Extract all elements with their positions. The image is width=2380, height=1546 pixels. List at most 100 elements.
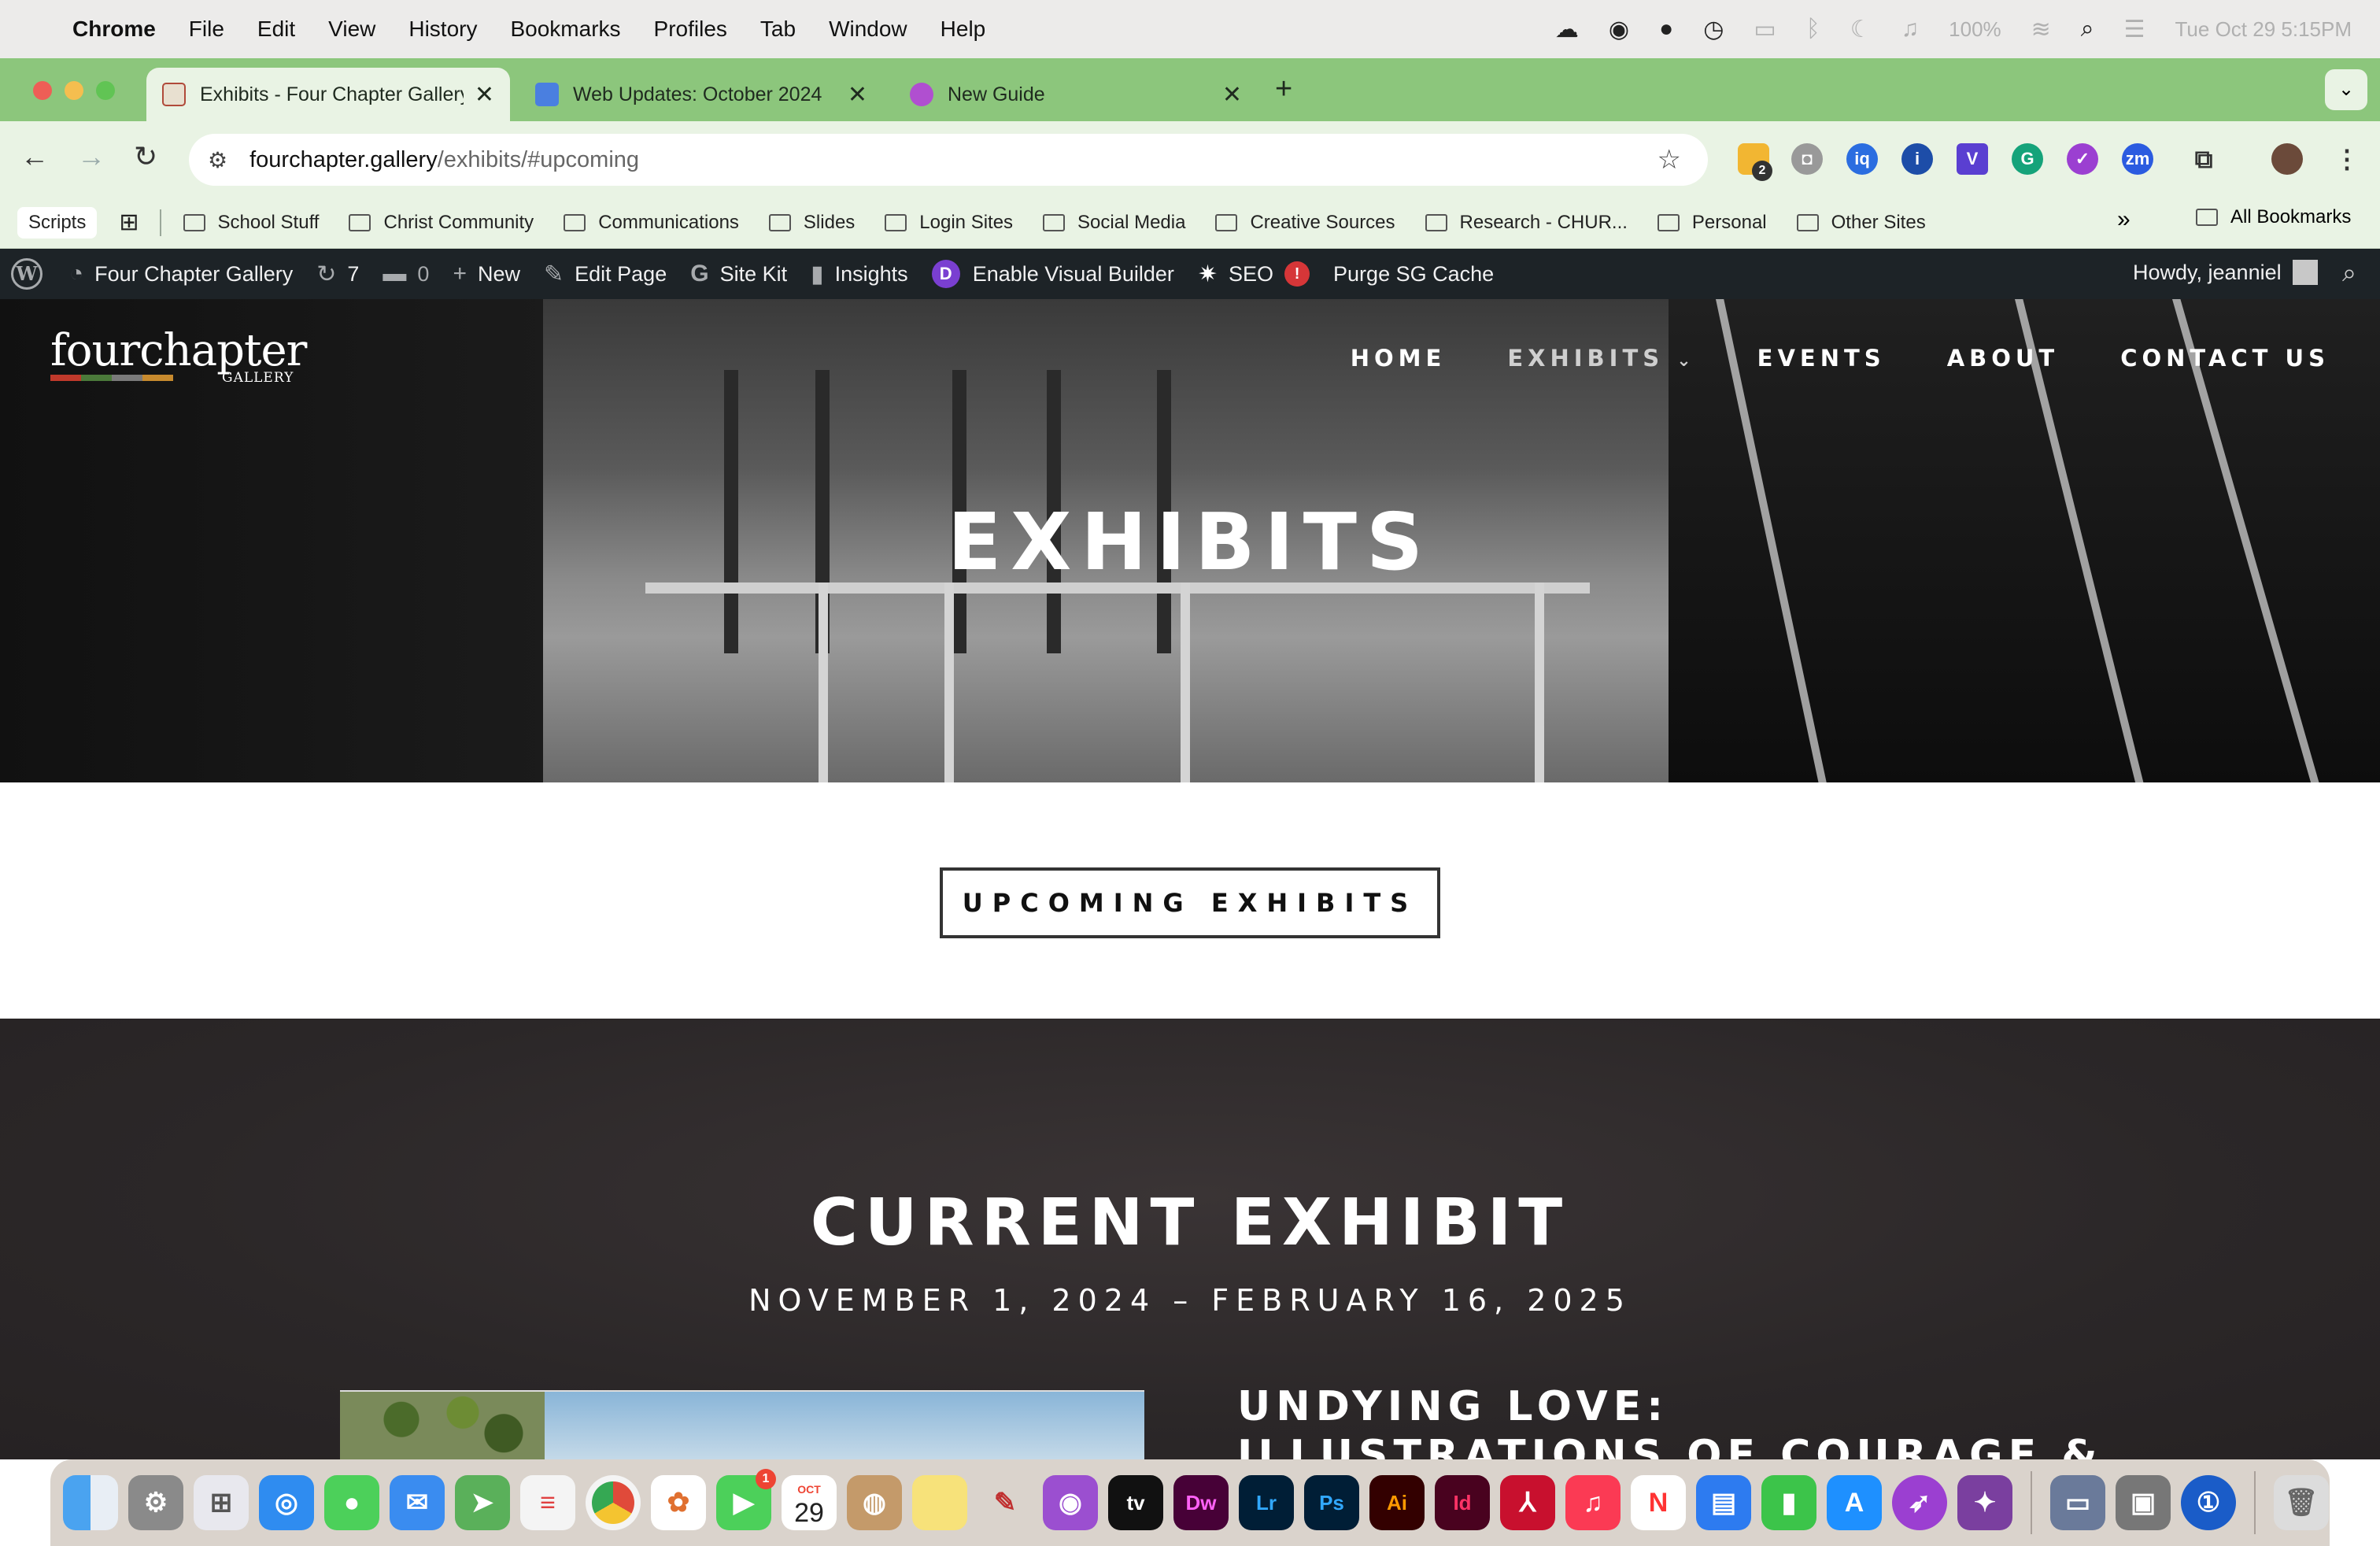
- safari-icon[interactable]: ◎: [259, 1475, 314, 1530]
- nav-contact-us[interactable]: CONTACT US: [2120, 345, 2330, 372]
- reload-icon[interactable]: ↻: [134, 140, 157, 173]
- photoshop-icon[interactable]: Ps: [1304, 1475, 1359, 1530]
- pencil-app-icon[interactable]: ✎: [978, 1475, 1033, 1530]
- app-store-icon[interactable]: A: [1827, 1475, 1882, 1530]
- menu-help[interactable]: Help: [941, 17, 986, 42]
- display-icon[interactable]: ▭: [1754, 16, 1776, 43]
- wifi-icon[interactable]: ≋: [2031, 16, 2051, 43]
- menu-window[interactable]: Window: [829, 17, 907, 42]
- launchpad-icon[interactable]: ⊞: [194, 1475, 249, 1530]
- vpn-status-icon[interactable]: ◉: [1609, 16, 1629, 43]
- menu-clock[interactable]: Tue Oct 29 5:15PM: [2175, 17, 2352, 42]
- bookmark-folder[interactable]: Research - CHUR...: [1425, 212, 1628, 234]
- finder-icon[interactable]: [63, 1475, 118, 1530]
- grammarly-status-icon[interactable]: ●: [1659, 16, 1673, 43]
- calendar-icon[interactable]: OCT 29: [782, 1475, 837, 1530]
- wp-insights[interactable]: ▮ Insights: [811, 261, 908, 288]
- dreamweaver-icon[interactable]: Dw: [1173, 1475, 1229, 1530]
- close-tab-icon[interactable]: ✕: [1222, 81, 1242, 109]
- maps-icon[interactable]: ➤: [455, 1475, 510, 1530]
- nav-about[interactable]: ABOUT: [1947, 345, 2060, 372]
- wp-account[interactable]: Howdy, jeanniel: [2133, 260, 2318, 285]
- screenshot-extension-icon[interactable]: ◘: [1791, 143, 1823, 175]
- forward-arrow-icon[interactable]: →: [77, 140, 105, 173]
- trash-icon[interactable]: 🗑: [2274, 1475, 2329, 1530]
- creative-cloud-status-icon[interactable]: ☁: [1555, 16, 1579, 43]
- site-logo[interactable]: fourchapter GALLERY: [50, 329, 307, 386]
- bookmark-folder[interactable]: Other Sites: [1796, 212, 1926, 234]
- time-machine-icon[interactable]: ◷: [1703, 16, 1724, 43]
- bookmark-folder[interactable]: Communications: [564, 212, 739, 234]
- bookmark-folder[interactable]: Personal: [1657, 212, 1767, 234]
- address-bar[interactable]: ⚙ fourchapter.gallery/exhibits/#upcoming…: [189, 134, 1708, 186]
- acrobat-icon[interactable]: ⅄: [1500, 1475, 1555, 1530]
- tab-new-guide[interactable]: New Guide ✕: [894, 68, 1258, 121]
- nav-home[interactable]: HOME: [1351, 345, 1447, 372]
- wp-new[interactable]: + New: [453, 261, 520, 287]
- tab-exhibits[interactable]: Exhibits - Four Chapter Gallery ✕: [146, 68, 510, 121]
- nav-exhibits[interactable]: EXHIBITS ⌄: [1507, 345, 1695, 372]
- music-icon[interactable]: ♫: [1565, 1475, 1621, 1530]
- menu-profiles[interactable]: Profiles: [654, 17, 727, 42]
- extensions-puzzle-icon[interactable]: ⧉: [2188, 143, 2219, 175]
- bookmark-scripts[interactable]: Scripts: [17, 206, 98, 239]
- messages-icon[interactable]: ●: [324, 1475, 379, 1530]
- numbers-icon[interactable]: ▮: [1761, 1475, 1816, 1530]
- apps-grid-icon[interactable]: ⊞: [119, 209, 139, 236]
- spotlight-search-icon[interactable]: ⌕: [2081, 16, 2094, 43]
- reminders-icon[interactable]: ≡: [520, 1475, 575, 1530]
- chrome-menu-icon[interactable]: ⋮: [2331, 143, 2363, 175]
- business-app-icon[interactable]: ✦: [1957, 1475, 2012, 1530]
- indesign-icon[interactable]: Id: [1435, 1475, 1490, 1530]
- system-settings-icon[interactable]: ⚙: [128, 1475, 183, 1530]
- scribe-app-icon[interactable]: ➶: [1892, 1475, 1947, 1530]
- menu-tab[interactable]: Tab: [760, 17, 796, 42]
- more-bookmarks-chevron[interactable]: »: [2117, 206, 2131, 233]
- wp-seo[interactable]: ✷ SEO!: [1198, 261, 1310, 288]
- window-minimize-button[interactable]: [65, 81, 83, 100]
- contacts-icon[interactable]: ◍: [847, 1475, 902, 1530]
- scribe-extension-icon[interactable]: ✓: [2067, 143, 2098, 175]
- bookmark-folder[interactable]: Slides: [768, 212, 855, 234]
- bookmark-folder[interactable]: Christ Community: [349, 212, 534, 234]
- wordpress-logo-icon[interactable]: W: [11, 258, 42, 290]
- 1password-icon[interactable]: ①: [2181, 1475, 2236, 1530]
- menu-file[interactable]: File: [189, 17, 224, 42]
- menu-history[interactable]: History: [408, 17, 477, 42]
- bookmark-folder[interactable]: Social Media: [1043, 212, 1185, 234]
- nav-events[interactable]: EVENTS: [1757, 345, 1886, 372]
- iq-extension-icon[interactable]: iq: [1846, 143, 1878, 175]
- mail-icon[interactable]: ✉: [390, 1475, 445, 1530]
- bookmark-folder[interactable]: Creative Sources: [1215, 212, 1395, 234]
- notes-icon[interactable]: [912, 1475, 967, 1530]
- tab-web-updates[interactable]: Web Updates: October 2024 ✕: [519, 68, 883, 121]
- profile-avatar[interactable]: [2271, 143, 2303, 175]
- bookmark-folder[interactable]: Login Sites: [885, 212, 1013, 234]
- wp-visual-builder[interactable]: D Enable Visual Builder: [931, 260, 1174, 288]
- extension-icon[interactable]: 2: [1738, 143, 1772, 181]
- grammarly-extension-icon[interactable]: G: [2012, 143, 2043, 175]
- apple-tv-icon[interactable]: tv: [1108, 1475, 1163, 1530]
- menu-edit[interactable]: Edit: [257, 17, 295, 42]
- wp-updates[interactable]: ↻ 7: [316, 261, 359, 288]
- wp-site-name[interactable]: ◔ Four Chapter Gallery: [69, 261, 293, 287]
- headphones-icon[interactable]: ♫: [1901, 16, 1920, 43]
- wp-site-kit[interactable]: G Site Kit: [690, 261, 787, 287]
- accessibility-extension-icon[interactable]: i: [1901, 143, 1933, 175]
- new-tab-plus-icon[interactable]: +: [1275, 72, 1292, 106]
- window-close-button[interactable]: [33, 81, 52, 100]
- illustrator-icon[interactable]: Ai: [1369, 1475, 1425, 1530]
- wp-comments[interactable]: ▬ 0: [382, 261, 429, 287]
- photos-icon[interactable]: ✿: [651, 1475, 706, 1530]
- menu-bookmarks[interactable]: Bookmarks: [510, 17, 620, 42]
- facetime-icon[interactable]: ▶ 1: [716, 1469, 776, 1530]
- back-arrow-icon[interactable]: ←: [20, 140, 49, 173]
- zoom-extension-icon[interactable]: zm: [2122, 143, 2153, 175]
- close-tab-icon[interactable]: ✕: [848, 81, 867, 109]
- preview-window-icon[interactable]: ▭: [2050, 1475, 2105, 1530]
- control-center-icon[interactable]: ☰: [2124, 16, 2145, 43]
- all-bookmarks-folder[interactable]: All Bookmarks: [2196, 206, 2351, 228]
- exhibit-artwork-image[interactable]: [340, 1390, 1144, 1459]
- bookmark-folder[interactable]: School Stuff: [183, 212, 319, 234]
- bluetooth-icon[interactable]: ᛒ: [1806, 16, 1820, 43]
